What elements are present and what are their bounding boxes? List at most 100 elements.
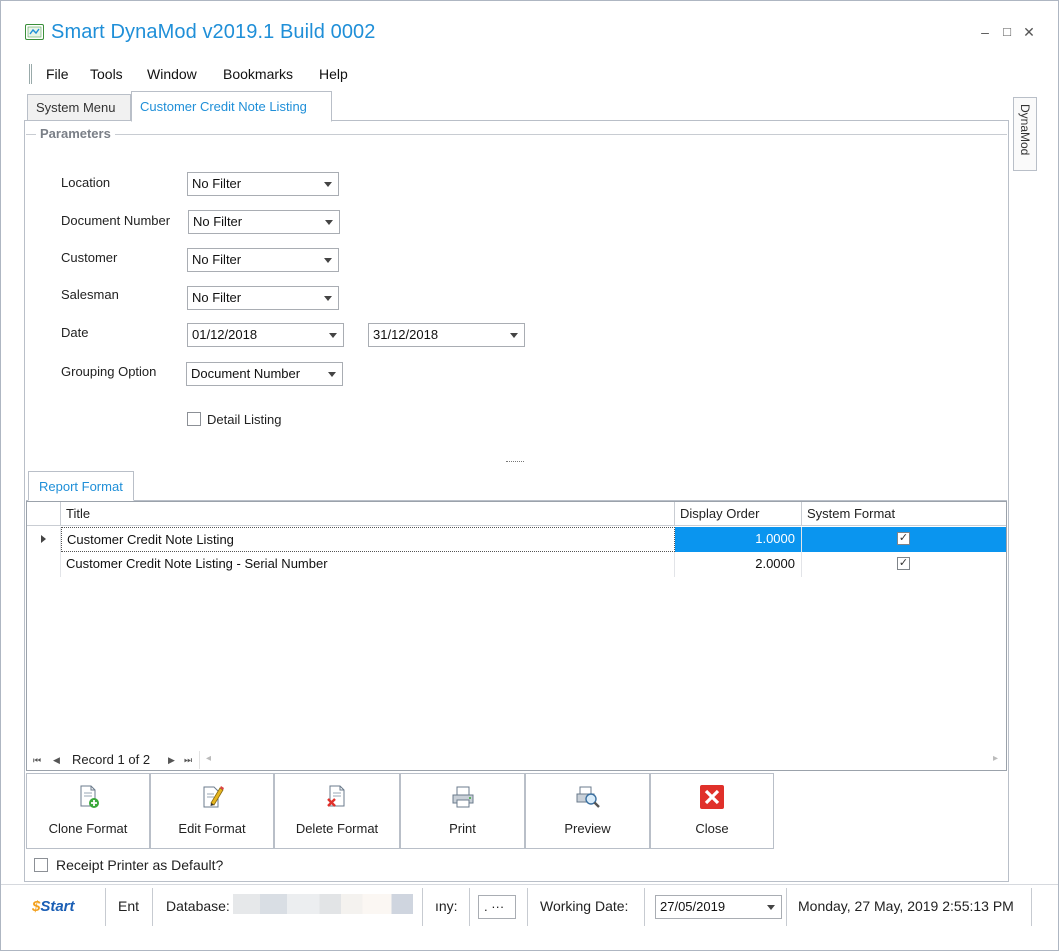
printer-icon (452, 786, 473, 808)
salesman-label: Salesman (61, 287, 119, 302)
date-from-value: 01/12/2018 (192, 327, 258, 342)
print-preview-icon (576, 786, 600, 808)
status-separator (527, 888, 528, 926)
print-button[interactable]: Print (400, 773, 525, 849)
side-tab-label: DynaMod (1018, 104, 1032, 156)
scroll-left-icon[interactable]: ◂ (206, 753, 211, 764)
minimize-button[interactable]: – (977, 23, 993, 41)
start-button[interactable]: $Start (32, 898, 75, 915)
cell-title[interactable]: Customer Credit Note Listing (61, 527, 675, 552)
salesman-value: No Filter (192, 290, 242, 305)
close-window-button[interactable]: ✕ (1021, 23, 1037, 41)
column-header-system-format[interactable]: System Format (802, 502, 1006, 526)
chevron-down-icon (329, 333, 337, 338)
status-separator (786, 888, 787, 926)
document-number-combo[interactable]: No Filter (188, 210, 340, 234)
status-datetime: Monday, 27 May, 2019 2:55:13 PM (798, 898, 1014, 914)
clone-format-button[interactable]: Clone Format (26, 773, 150, 849)
close-label: Close (695, 821, 729, 836)
status-separator (152, 888, 153, 926)
splitter-handle[interactable] (506, 461, 524, 463)
column-header-title[interactable]: Title (61, 502, 675, 526)
close-button[interactable]: Close (650, 773, 774, 849)
cell-display-order[interactable]: 1.0000 (675, 527, 802, 552)
customer-combo[interactable]: No Filter (187, 248, 339, 272)
horizontal-scrollbar[interactable]: ◂ ▸ (199, 751, 1004, 769)
next-record-icon[interactable]: ▶ (168, 755, 175, 766)
parameters-caption: Parameters (36, 126, 115, 141)
date-to-picker[interactable]: 31/12/2018 (368, 323, 525, 347)
report-format-grid: Title Display Order System Format Custom… (26, 501, 1007, 771)
window-title: Smart DynaMod v2019.1 Build 0002 (51, 21, 376, 43)
tab-system-menu[interactable]: System Menu (27, 94, 131, 122)
preview-button[interactable]: Preview (525, 773, 650, 849)
status-separator (422, 888, 423, 926)
menu-window[interactable]: Window (147, 66, 197, 82)
redacted-database-name (233, 894, 413, 914)
chevron-down-icon (767, 905, 775, 910)
tab-customer-credit-note-listing[interactable]: Customer Credit Note Listing (131, 91, 332, 122)
status-company-label: ıny: (435, 898, 458, 914)
cell-system-format[interactable]: ✓ (802, 552, 1006, 577)
parameters-group (26, 134, 1007, 454)
cell-display-order[interactable]: 2.0000 (675, 552, 802, 577)
location-combo[interactable]: No Filter (187, 172, 339, 196)
grid-navigator: ⏮ ◀ Record 1 of 2 ▶ ⏭ ◂ ▸ (27, 749, 1006, 771)
cell-title[interactable]: Customer Credit Note Listing - Serial Nu… (61, 552, 675, 577)
side-tab-dynamod[interactable]: DynaMod (1013, 97, 1037, 171)
customer-value: No Filter (192, 252, 242, 267)
system-format-checkbox[interactable]: ✓ (897, 532, 910, 545)
maximize-button[interactable]: □ (999, 23, 1015, 41)
status-ent: Ent (118, 898, 140, 914)
location-label: Location (61, 175, 111, 190)
record-counter: Record 1 of 2 (72, 752, 151, 767)
chevron-down-icon (325, 220, 333, 225)
previous-record-icon[interactable]: ◀ (53, 755, 60, 766)
company-select-button[interactable]: . ··· (478, 895, 516, 919)
chevron-down-icon (324, 296, 332, 301)
salesman-combo[interactable]: No Filter (187, 286, 339, 310)
app-logo-icon (25, 24, 44, 40)
table-row[interactable]: Customer Credit Note Listing 1.0000 ✓ (27, 527, 1006, 552)
grouping-option-value: Document Number (191, 366, 301, 381)
document-number-label: Document Number (61, 213, 171, 228)
clone-document-icon (80, 785, 99, 808)
receipt-printer-checkbox[interactable] (34, 858, 48, 872)
menu-help[interactable]: Help (319, 66, 348, 82)
last-record-icon[interactable]: ⏭ (184, 755, 192, 766)
scroll-right-icon[interactable]: ▸ (993, 753, 998, 764)
app-window: Smart DynaMod v2019.1 Build 0002 – □ ✕ F… (0, 0, 1059, 951)
status-database-label: Database: (166, 898, 230, 914)
edit-format-button[interactable]: Edit Format (150, 773, 274, 849)
document-number-value: No Filter (193, 214, 243, 229)
first-record-icon[interactable]: ⏮ (33, 755, 41, 766)
cell-system-format[interactable]: ✓ (802, 527, 1006, 552)
detail-listing-checkbox[interactable] (187, 412, 201, 426)
tab-report-format[interactable]: Report Format (28, 471, 134, 501)
menu-file[interactable]: File (46, 66, 69, 82)
chevron-down-icon (328, 372, 336, 377)
delete-document-icon (327, 785, 345, 807)
status-separator (105, 888, 106, 926)
table-row[interactable]: Customer Credit Note Listing - Serial Nu… (27, 552, 1006, 577)
menu-grip (29, 64, 32, 84)
grouping-option-label: Grouping Option (61, 364, 157, 379)
clone-format-label: Clone Format (48, 821, 128, 836)
system-format-checkbox[interactable]: ✓ (897, 557, 910, 570)
grouping-option-combo[interactable]: Document Number (186, 362, 343, 386)
menu-bookmarks[interactable]: Bookmarks (223, 66, 293, 82)
receipt-printer-label: Receipt Printer as Default? (56, 857, 224, 873)
close-icon (700, 785, 724, 809)
date-from-picker[interactable]: 01/12/2018 (187, 323, 344, 347)
delete-format-button[interactable]: Delete Format (274, 773, 400, 849)
chevron-down-icon (324, 258, 332, 263)
chevron-down-icon (324, 182, 332, 187)
column-header-display-order[interactable]: Display Order (675, 502, 802, 526)
date-to-value: 31/12/2018 (373, 327, 439, 342)
working-date-value: 27/05/2019 (660, 899, 726, 914)
date-label: Date (61, 325, 89, 340)
menu-tools[interactable]: Tools (90, 66, 123, 82)
edit-document-icon (203, 786, 224, 808)
status-working-date-label: Working Date: (540, 898, 629, 914)
working-date-picker[interactable]: 27/05/2019 (655, 895, 782, 919)
